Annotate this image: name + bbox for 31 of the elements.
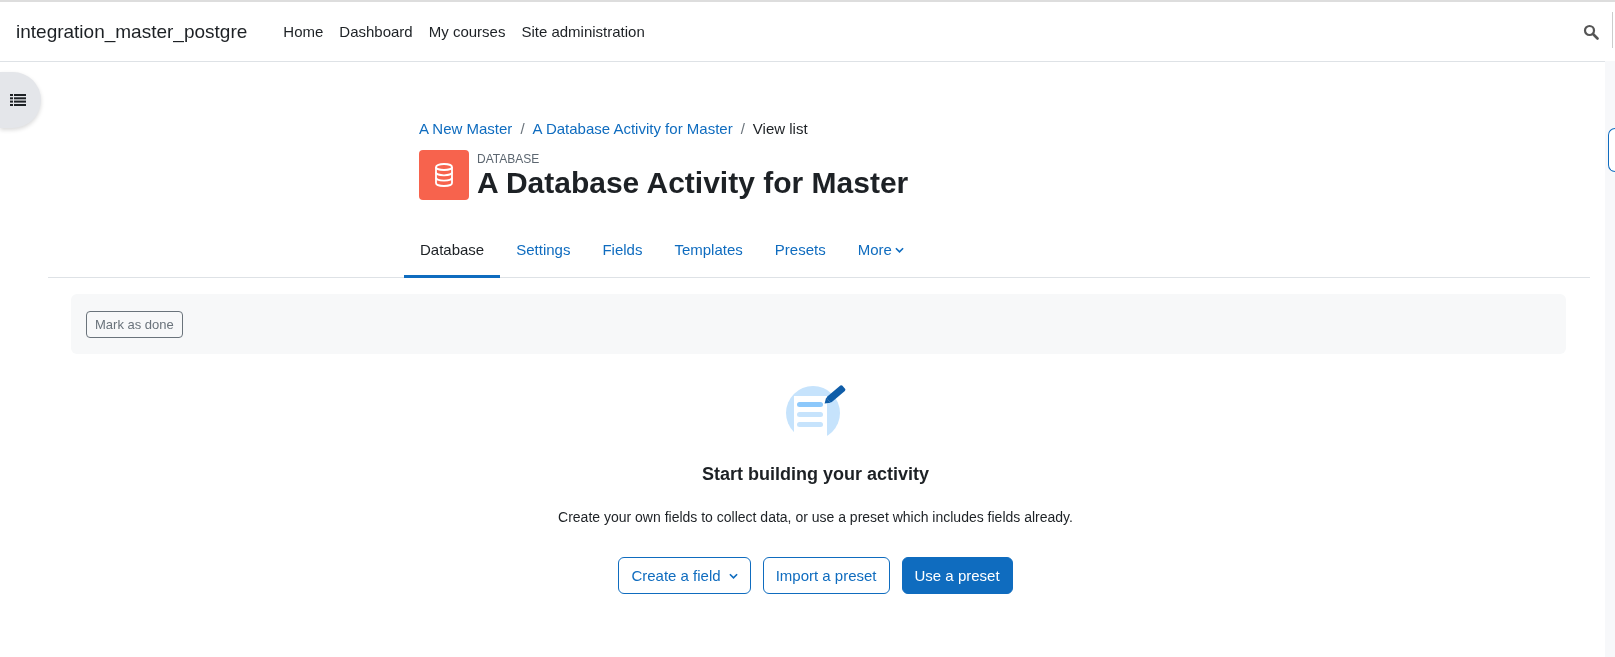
breadcrumb-separator: / (740, 119, 745, 137)
tab[interactable]: Presets (758, 226, 842, 278)
nav-link[interactable]: My courses (428, 23, 506, 40)
caret-icon (894, 246, 904, 253)
nav-link[interactable]: Home (283, 23, 324, 40)
drawer-handle[interactable] (1608, 128, 1615, 172)
use-preset-button[interactable]: Use a preset (901, 557, 1013, 594)
nav-link[interactable]: Site administration (521, 23, 645, 40)
page-title: A Database Activity for Master (477, 165, 909, 199)
breadcrumb-separator: / (520, 119, 525, 137)
tab[interactable]: Fields (586, 226, 659, 278)
breadcrumb-link[interactable]: A Database Activity for Master (532, 119, 733, 137)
empty-state-heading: Start building your activity (702, 464, 929, 485)
tab[interactable]: Templates (658, 226, 759, 278)
tab[interactable]: Settings (500, 226, 587, 278)
breadcrumb-link[interactable]: A New Master (419, 119, 513, 137)
import-preset-button[interactable]: Import a preset (762, 557, 890, 594)
site-name[interactable]: integration_master_postgre (16, 20, 248, 43)
caret-icon (728, 572, 738, 579)
mark-as-done-button[interactable]: Mark as done (86, 310, 183, 338)
database-icon (419, 150, 469, 200)
create-field-button[interactable]: Create a field (618, 557, 751, 594)
drawer-toggle-button[interactable] (0, 72, 41, 128)
breadcrumb-current: View list (752, 119, 808, 137)
list-icon (9, 94, 26, 106)
module-type-label: DATABASE (477, 151, 541, 166)
search-icon[interactable] (1583, 23, 1599, 40)
tab[interactable]: More (841, 226, 920, 278)
empty-state-text: Create your own fields to collect data, or use a preset which includes fields already. (558, 509, 1073, 525)
tab[interactable]: Database (404, 226, 501, 278)
nav-link[interactable]: Dashboard (339, 23, 413, 40)
